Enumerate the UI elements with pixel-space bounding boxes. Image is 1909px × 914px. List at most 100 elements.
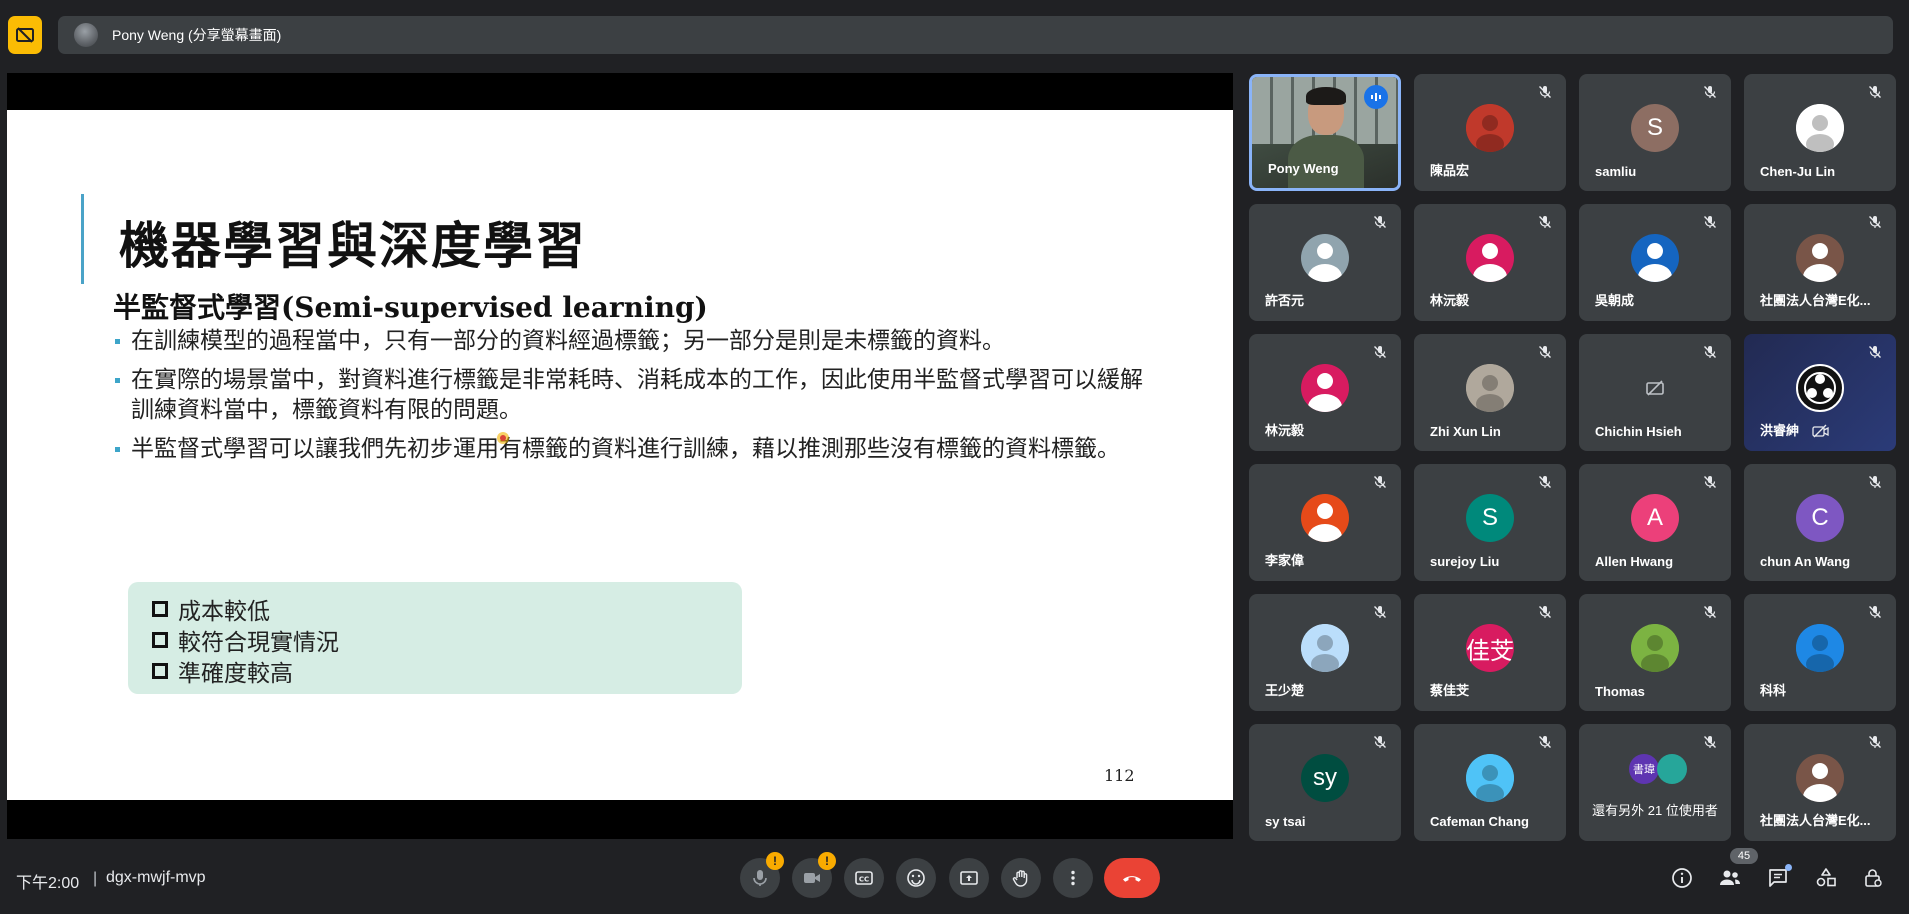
slide-title: 機器學習與深度學習 xyxy=(119,217,587,275)
reactions-button[interactable] xyxy=(896,858,936,898)
avatar: S xyxy=(1466,494,1514,542)
people-button[interactable] xyxy=(1712,860,1748,896)
participant-name: 社團法人台灣E化... xyxy=(1760,293,1871,308)
participant-name: 林沅毅 xyxy=(1265,423,1305,438)
participant-tile[interactable]: 書瑋還有另外 21 位使用者 xyxy=(1579,724,1731,841)
slide-page-number: 112 xyxy=(1104,766,1135,785)
mic-off-icon xyxy=(753,870,767,886)
participant-name: 洪睿紳 xyxy=(1760,423,1800,438)
hang-up-icon xyxy=(1123,876,1141,882)
participant-tile[interactable]: 佳芠蔡佳芠 xyxy=(1414,594,1566,711)
participant-tile[interactable]: 科科 xyxy=(1744,594,1896,711)
participant-tile[interactable]: 王少楚 xyxy=(1249,594,1401,711)
separator: | xyxy=(93,870,98,887)
participant-name: Chen-Ju Lin xyxy=(1760,164,1836,179)
chat-button[interactable] xyxy=(1760,860,1796,896)
camera-warning-badge: ! xyxy=(818,852,836,870)
participant-tile[interactable]: A Allen Hwang xyxy=(1579,464,1731,581)
slide-subtitle: 半監督式學習(Semi-supervised learning) xyxy=(113,291,708,324)
mic-muted-icon xyxy=(1372,214,1388,230)
avatar-initial: S xyxy=(1481,504,1498,531)
more-options-button[interactable] xyxy=(1053,858,1093,898)
participant-tile[interactable]: 社團法人台灣E化... xyxy=(1744,724,1896,841)
avatar-image xyxy=(1301,624,1349,672)
meet-window: Pony Weng (分享螢幕畫面) 機器學習與深度學習 半監督式學習(Semi… xyxy=(0,0,1909,914)
raise-hand-button[interactable] xyxy=(1001,858,1041,898)
participant-tile[interactable]: 陳品宏 xyxy=(1414,74,1566,191)
stop-presenting-icon xyxy=(16,27,34,43)
mic-muted-icon xyxy=(1702,604,1718,620)
presenter-avatar xyxy=(74,23,98,47)
participant-name: 許否元 xyxy=(1265,293,1305,308)
avatar-image xyxy=(1796,624,1844,672)
participant-tile[interactable]: 李家偉 xyxy=(1249,464,1401,581)
leave-call-button[interactable] xyxy=(1104,858,1160,898)
mic-muted-icon xyxy=(1702,474,1718,490)
avatar xyxy=(1301,494,1349,542)
activities-icon xyxy=(1816,868,1836,887)
people-icon xyxy=(1720,870,1740,885)
participant-tile[interactable]: Pony Weng xyxy=(1249,74,1401,191)
participant-tile[interactable]: 社團法人台灣E化... xyxy=(1744,204,1896,321)
presenter-chip[interactable]: Pony Weng (分享螢幕畫面) xyxy=(58,16,1893,54)
mic-muted-icon xyxy=(1372,734,1388,750)
mic-muted-icon xyxy=(1702,734,1718,750)
host-controls-button[interactable] xyxy=(1855,860,1891,896)
checkbox-icon xyxy=(152,632,168,648)
participant-tile[interactable]: 許否元 xyxy=(1249,204,1401,321)
callout-item: 成本較低 xyxy=(152,592,270,626)
mic-muted-icon xyxy=(1537,214,1553,230)
participant-tile[interactable]: Chen-Ju Lin xyxy=(1744,74,1896,191)
mic-muted-icon xyxy=(1372,474,1388,490)
avatar-image xyxy=(1466,754,1514,802)
participant-name: 李家偉 xyxy=(1265,553,1305,568)
participant-name: surejoy Liu xyxy=(1430,554,1500,569)
callout-text: 成本較低 xyxy=(178,599,270,625)
activities-button[interactable] xyxy=(1808,860,1844,896)
participant-tile[interactable]: Cchun An Wang xyxy=(1744,464,1896,581)
participant-name: 陳品宏 xyxy=(1430,163,1470,178)
mic-muted-icon xyxy=(1867,214,1883,230)
callout-item: 準確度較高 xyxy=(152,654,293,688)
captions-button[interactable]: CC xyxy=(844,858,884,898)
participant-tile[interactable]: sy sy tsai xyxy=(1249,724,1401,841)
slide-bullet: 在實際的場景當中，對資料進行標籤是非常耗時、消耗成本的工作，因此使用半監督式學習… xyxy=(113,365,1143,425)
presentation-control-button[interactable] xyxy=(8,16,42,54)
title-accent-bar xyxy=(81,194,84,284)
avatar-initial: 佳芠 xyxy=(1466,637,1514,665)
avatar xyxy=(1301,234,1349,282)
mic-muted-icon xyxy=(1537,604,1553,620)
participant-tile[interactable]: Zhi Xun Lin xyxy=(1414,334,1566,451)
participant-tile[interactable]: Ssamliu xyxy=(1579,74,1731,191)
participant-name: 還有另外 21 位使用者 xyxy=(1592,803,1718,818)
mic-muted-icon xyxy=(1702,344,1718,360)
camera-off-icon xyxy=(804,873,820,883)
participant-tile[interactable]: 林沅毅 xyxy=(1249,334,1401,451)
avatar-image xyxy=(1631,624,1679,672)
info-icon xyxy=(1672,868,1692,888)
participant-tile[interactable]: Cafeman Chang xyxy=(1414,724,1566,841)
participant-tile[interactable]: Thomas xyxy=(1579,594,1731,711)
participant-tile[interactable]: 吳朝成 xyxy=(1579,204,1731,321)
avatar-image xyxy=(1466,104,1514,152)
participant-name: sy tsai xyxy=(1265,814,1306,829)
captions-icon: CC xyxy=(855,871,873,885)
avatar-initial: A xyxy=(1646,504,1663,531)
participant-name: 林沅毅 xyxy=(1430,293,1470,308)
microphone-button[interactable]: ! xyxy=(740,852,784,898)
present-now-button[interactable] xyxy=(949,858,989,898)
participant-tile[interactable]: 林沅毅 xyxy=(1414,204,1566,321)
camera-button[interactable]: ! xyxy=(792,852,836,898)
speaking-indicator-icon xyxy=(1364,85,1388,109)
more-users-avatars: 書瑋 xyxy=(1629,754,1689,786)
camera-off-icon xyxy=(1812,423,1830,439)
participant-name: 蔡佳芠 xyxy=(1430,683,1470,698)
participant-tile[interactable]: Chichin Hsieh xyxy=(1579,334,1731,451)
mic-muted-icon xyxy=(1537,84,1553,100)
participant-tile[interactable]: 洪睿紳 xyxy=(1744,334,1896,451)
meeting-code: dgx-mwjf-mvp xyxy=(106,869,206,886)
participant-name: Thomas xyxy=(1595,684,1645,699)
participant-tile[interactable]: Ssurejoy Liu xyxy=(1414,464,1566,581)
presentation-stage: 機器學習與深度學習 半監督式學習(Semi-supervised learnin… xyxy=(7,73,1233,839)
meeting-details-button[interactable] xyxy=(1664,860,1700,896)
